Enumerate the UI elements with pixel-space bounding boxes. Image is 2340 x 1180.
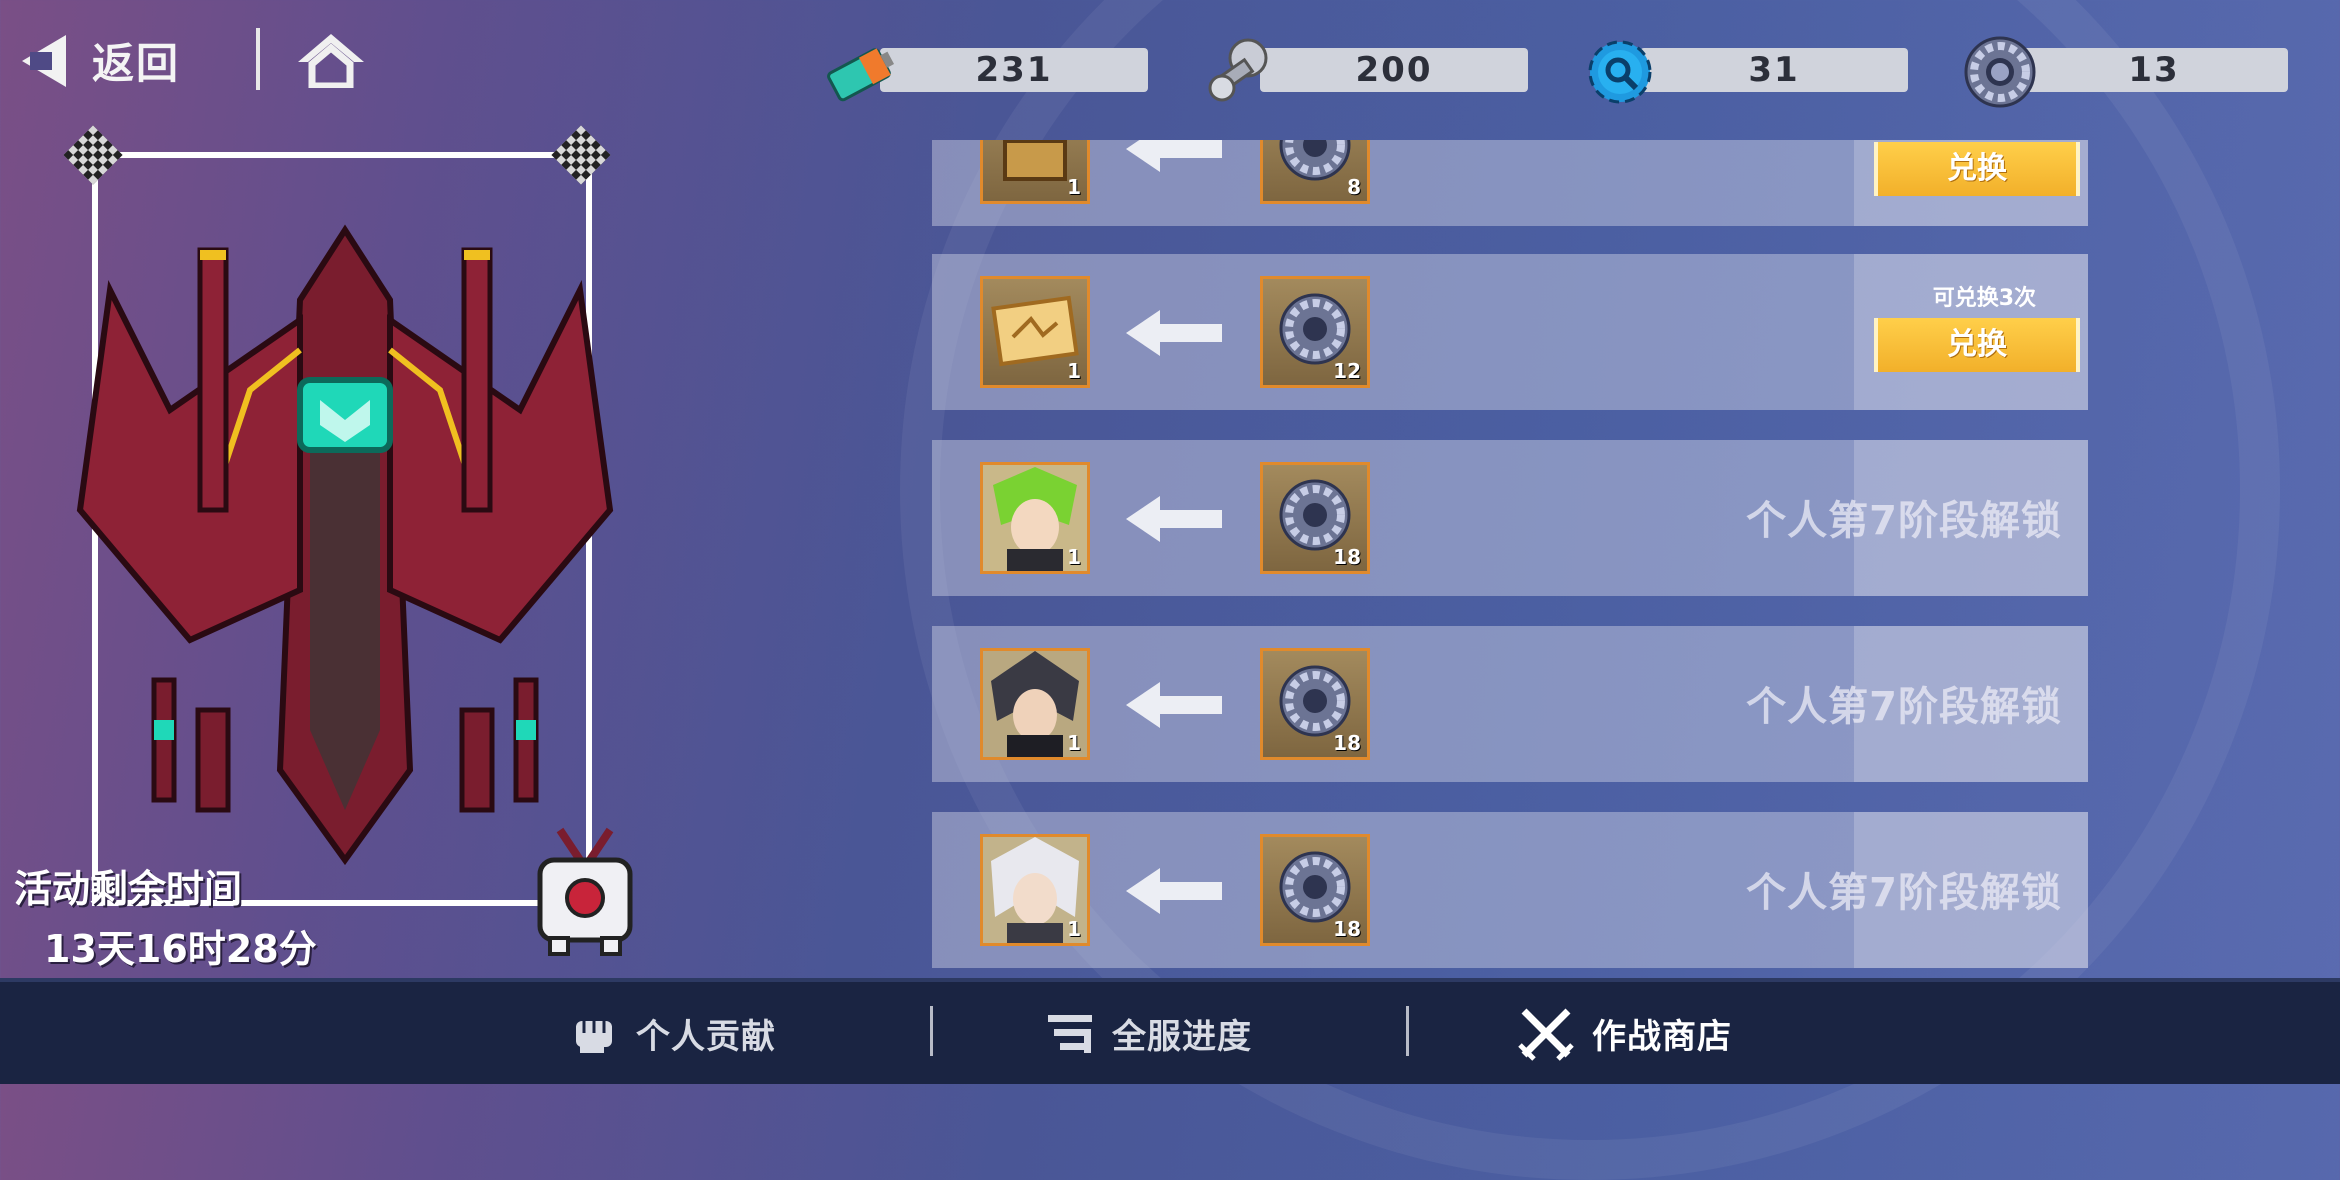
cost-count: 12: [1333, 359, 1361, 383]
exchange-button-label: 兑换: [1947, 327, 2007, 362]
exchange-limit-text: 可兑换3次: [1932, 286, 2036, 311]
gear-icon: [1588, 40, 1652, 104]
cost-slot[interactable]: 18: [1260, 462, 1370, 574]
exchange-list[interactable]: 1 8 兑换 1 12 可兑换3次 兑换 1 18 个人第7阶段解锁 1 18 …: [932, 140, 2088, 980]
cost-count: 8: [1347, 175, 1361, 199]
battery-icon: [827, 48, 895, 102]
showcase-frame-top: [92, 152, 592, 158]
reward-slot[interactable]: 1: [980, 648, 1090, 760]
resource-bearing-value: 13: [2128, 50, 2180, 90]
home-icon[interactable]: [296, 32, 366, 88]
exchange-row: 1 12 可兑换3次 兑换: [932, 254, 2088, 410]
left-arrow-icon: [1126, 310, 1222, 356]
exchange-button[interactable]: 兑换: [1874, 318, 2080, 372]
reward-count: 1: [1067, 359, 1081, 383]
reward-count: 1: [1067, 731, 1081, 755]
back-arrow-icon: [22, 34, 66, 87]
cost-count: 18: [1333, 545, 1361, 569]
reward-slot[interactable]: 1: [980, 140, 1090, 204]
bearing-icon: [1964, 36, 2036, 108]
left-arrow-icon: [1126, 140, 1222, 172]
cost-slot[interactable]: 12: [1260, 276, 1370, 388]
tab-label: 个人贡献: [636, 1016, 776, 1057]
cost-count: 18: [1333, 917, 1361, 941]
progress-bars-icon: [1048, 1015, 1092, 1053]
header-divider: [256, 28, 260, 90]
tab-server-progress[interactable]: 全服进度: [1046, 982, 1252, 1084]
resource-gear-bar: 31: [1640, 48, 1908, 92]
unlock-requirement-text: 个人第7阶段解锁: [1746, 684, 2062, 730]
reward-slot[interactable]: 1: [980, 462, 1090, 574]
cost-slot[interactable]: 18: [1260, 834, 1370, 946]
screw-bolt-icon: [1208, 38, 1268, 102]
event-timer-value: 13天16时28分: [44, 927, 317, 971]
crossed-swords-icon: [1518, 1008, 1574, 1061]
back-button[interactable]: 返回: [22, 30, 180, 91]
reward-count: 1: [1067, 545, 1081, 569]
reward-count: 1: [1067, 175, 1081, 199]
event-timer-label: 活动剩余时间: [14, 867, 243, 911]
reward-count: 1: [1067, 917, 1081, 941]
exchange-row-locked: 1 18 个人第7阶段解锁: [932, 440, 2088, 596]
resource-bearing-bar: 13: [2020, 48, 2288, 92]
left-arrow-icon: [1126, 496, 1222, 542]
exchange-button[interactable]: 兑换: [1874, 142, 2080, 196]
tab-personal-contribution[interactable]: 个人贡献: [570, 982, 776, 1084]
left-arrow-icon: [1126, 682, 1222, 728]
resource-gear-value: 31: [1748, 50, 1800, 90]
back-label: 返回: [92, 39, 181, 88]
cost-count: 18: [1333, 731, 1361, 755]
exchange-row-locked: 1 18 个人第7阶段解锁: [932, 812, 2088, 968]
nav-divider: [930, 1006, 933, 1056]
unlock-requirement-text: 个人第7阶段解锁: [1746, 870, 2062, 916]
reward-slot[interactable]: 1: [980, 834, 1090, 946]
tab-battle-shop[interactable]: 作战商店: [1518, 982, 1732, 1084]
resource-battery-bar: 231: [880, 48, 1148, 92]
tab-label: 作战商店: [1592, 1016, 1732, 1057]
resource-screw-value: 200: [1355, 50, 1433, 90]
exchange-button-label: 兑换: [1947, 151, 2007, 186]
cost-slot[interactable]: 8: [1260, 140, 1370, 204]
cost-slot[interactable]: 18: [1260, 648, 1370, 760]
fist-icon: [576, 1021, 612, 1053]
nav-divider: [1406, 1006, 1409, 1056]
bottom-nav: 个人贡献 全服进度 作战商店: [0, 978, 2340, 1084]
resource-battery-value: 231: [975, 50, 1053, 90]
tab-label: 全服进度: [1112, 1016, 1252, 1057]
robot-mascot-icon: [537, 827, 633, 956]
exchange-row-locked: 1 18 个人第7阶段解锁: [932, 626, 2088, 782]
left-arrow-icon: [1126, 868, 1222, 914]
unlock-requirement-text: 个人第7阶段解锁: [1746, 498, 2062, 544]
reward-slot[interactable]: 1: [980, 276, 1090, 388]
exchange-row: 1 8 兑换: [932, 140, 2088, 226]
resource-screw-bar: 200: [1260, 48, 1528, 92]
pixel-spaceship-image: [76, 224, 614, 866]
